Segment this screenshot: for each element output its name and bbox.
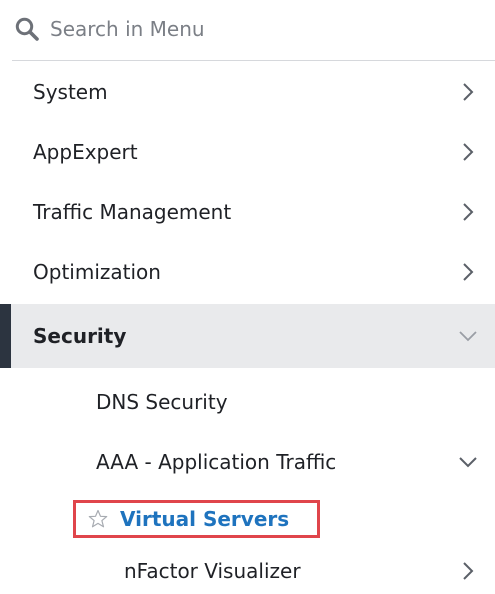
menu-item-label: DNS Security [96, 390, 228, 414]
menu-item-dns-security[interactable]: DNS Security [0, 372, 495, 432]
menu-item-label: Traffic Management [33, 200, 232, 224]
menu-item-nfactor-visualizer[interactable]: nFactor Visualizer [0, 548, 495, 594]
chevron-right-icon [457, 261, 479, 283]
chevron-right-icon [457, 201, 479, 223]
menu-item-optimization[interactable]: Optimization [0, 242, 495, 302]
navigation-menu: System AppExpert Traffic Management Opti… [0, 0, 495, 594]
chevron-right-icon [457, 141, 479, 163]
menu-item-label: AAA - Application Traffic [96, 450, 337, 474]
menu-item-label: Virtual Servers [120, 507, 290, 531]
search-divider [12, 60, 495, 61]
menu-item-aaa-application-traffic[interactable]: AAA - Application Traffic [0, 432, 495, 492]
menu-item-traffic-management[interactable]: Traffic Management [0, 182, 495, 242]
menu-item-system[interactable]: System [0, 62, 495, 122]
menu-item-label: AppExpert [33, 140, 138, 164]
menu-item-virtual-servers[interactable]: Virtual Servers [73, 500, 320, 538]
selected-indicator-bar [0, 304, 11, 368]
chevron-down-icon [457, 451, 479, 473]
search-icon [14, 16, 40, 42]
menu-item-label: Optimization [33, 260, 161, 284]
menu-item-label: nFactor Visualizer [124, 559, 301, 583]
menu-item-label: Security [33, 324, 127, 348]
search-bar[interactable] [0, 0, 495, 58]
menu-item-appexpert[interactable]: AppExpert [0, 122, 495, 182]
chevron-down-icon [457, 325, 479, 347]
chevron-right-icon [457, 81, 479, 103]
chevron-right-icon [457, 560, 479, 582]
star-outline-icon[interactable] [88, 509, 108, 529]
menu-item-label: System [33, 80, 108, 104]
menu-item-security[interactable]: Security [0, 304, 495, 368]
search-input[interactable] [50, 14, 370, 44]
